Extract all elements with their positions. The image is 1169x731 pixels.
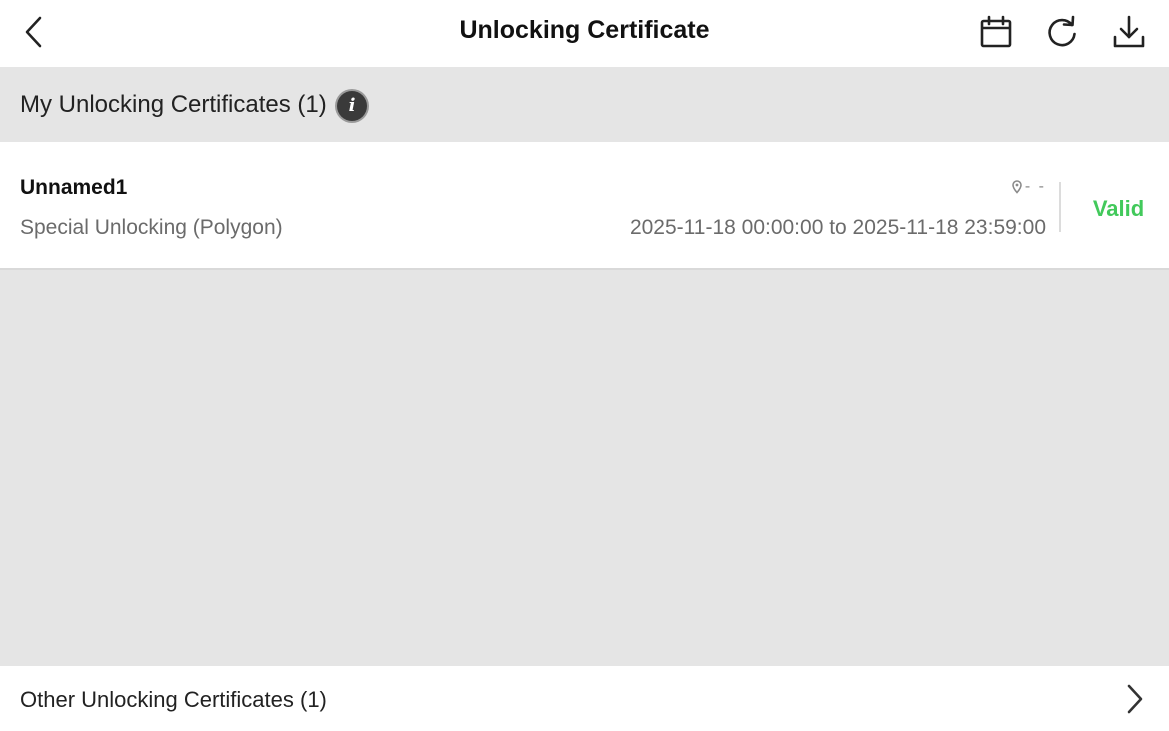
section-title: My Unlocking Certificates (1) <box>20 91 327 118</box>
certificate-name: Unnamed1 <box>20 176 128 199</box>
calendar-button[interactable] <box>976 12 1016 52</box>
refresh-icon <box>1048 15 1076 47</box>
back-button[interactable] <box>14 12 54 52</box>
certificate-location: - - <box>1011 178 1046 196</box>
refresh-button[interactable] <box>1042 12 1082 52</box>
top-bar: Unlocking Certificate <box>0 0 1169 67</box>
chevron-left-icon <box>25 16 42 48</box>
info-icon[interactable]: i <box>337 91 367 121</box>
section-header: My Unlocking Certificates (1) <box>0 67 1169 142</box>
download-button[interactable] <box>1109 12 1149 52</box>
other-certificates-label: Other Unlocking Certificates (1) <box>20 687 327 712</box>
status-badge: Valid <box>1092 196 1145 221</box>
calendar-icon <box>980 15 1012 48</box>
chevron-right-icon <box>1118 680 1152 718</box>
info-glyph: i <box>348 95 356 116</box>
divider <box>1059 182 1061 232</box>
app-window: Unlocking Certificate My Unlocking Certi… <box>0 0 1169 731</box>
certificate-location-text: - - <box>1024 178 1046 195</box>
certificate-card[interactable]: Unnamed1 Special Unlocking (Polygon) - -… <box>0 142 1169 270</box>
download-icon <box>1113 15 1145 48</box>
certificate-type: Special Unlocking (Polygon) <box>20 216 283 239</box>
other-certificates-row[interactable]: Other Unlocking Certificates (1) <box>0 666 1169 731</box>
location-pin-icon <box>1012 180 1022 194</box>
certificate-time-range: 2025-11-18 00:00:00 to 2025-11-18 23:59:… <box>629 216 1046 239</box>
